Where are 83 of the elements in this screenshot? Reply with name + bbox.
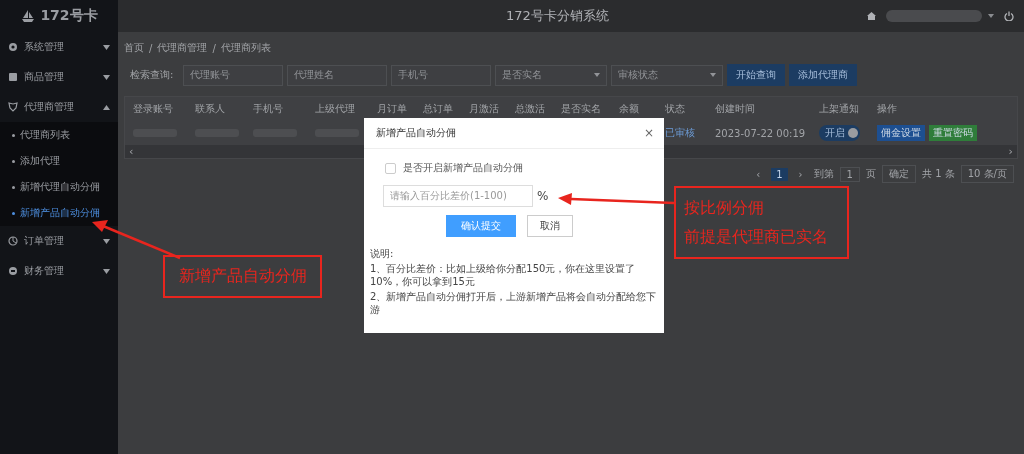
coin-icon bbox=[8, 266, 18, 276]
home-icon[interactable] bbox=[867, 12, 876, 20]
column-header: 是否实名 bbox=[560, 102, 602, 116]
breadcrumb-item[interactable]: 代理商管理 bbox=[157, 41, 208, 55]
column-header: 创建时间 bbox=[714, 102, 756, 116]
logo-text: 172号卡 bbox=[40, 7, 98, 25]
caret-down-icon[interactable] bbox=[988, 14, 994, 18]
square-icon bbox=[8, 72, 18, 82]
column-header: 状态 bbox=[664, 102, 686, 116]
next-page-button[interactable]: › bbox=[793, 167, 808, 181]
select-field[interactable]: 审核状态 bbox=[611, 64, 724, 86]
submit-button[interactable]: 确认提交 bbox=[445, 215, 516, 237]
menu-item[interactable]: 代理商管理 bbox=[0, 92, 118, 122]
input-field[interactable]: 代理账号 bbox=[183, 64, 284, 86]
table-cell: 2023-07-22 00:19 bbox=[715, 127, 806, 139]
status-text: 已审核 bbox=[665, 126, 695, 140]
menu-item[interactable]: 订单管理 bbox=[0, 226, 118, 256]
gear-icon bbox=[8, 42, 18, 52]
breadcrumb-separator: / bbox=[212, 42, 216, 54]
action-button[interactable]: 佣金设置 bbox=[877, 125, 925, 141]
previous-page-button[interactable]: ‹ bbox=[751, 167, 766, 181]
boat-logo-icon bbox=[20, 9, 37, 23]
column-header: 上架通知 bbox=[818, 102, 860, 116]
cancel-button[interactable]: 取消 bbox=[526, 215, 573, 237]
bullet-icon bbox=[12, 211, 15, 215]
caret-down-icon bbox=[594, 73, 601, 77]
percent-input-field[interactable]: 请输入百分比差价(1-100) bbox=[383, 185, 533, 207]
unit-label: % bbox=[537, 189, 549, 203]
bullet-icon bbox=[12, 185, 15, 189]
caret-down-icon bbox=[710, 73, 717, 77]
column-header: 月激活 bbox=[468, 102, 500, 116]
total-count: 共 1 条 bbox=[922, 167, 955, 181]
page-size-select[interactable]: 10 条/页 bbox=[960, 165, 1014, 183]
note-text: 说明: bbox=[370, 247, 395, 260]
column-header: 联系人 bbox=[194, 102, 226, 116]
column-header: 总订单 bbox=[422, 102, 454, 116]
menu-item[interactable]: 财务管理 bbox=[0, 256, 118, 286]
shield-icon bbox=[8, 102, 18, 112]
column-header: 上级代理 bbox=[314, 102, 356, 116]
pie-chart-icon bbox=[8, 236, 18, 246]
menu-item[interactable]: 商品管理 bbox=[0, 62, 118, 92]
annotation-text: 新增产品自动分佣 bbox=[178, 266, 307, 287]
pagination-label: 到第 bbox=[813, 167, 834, 181]
input-field[interactable]: 手机号 bbox=[391, 64, 492, 86]
toggle-switch[interactable]: 开启 bbox=[819, 125, 860, 141]
column-header: 操作 bbox=[876, 102, 898, 116]
search-button[interactable]: 开始查询 bbox=[727, 64, 786, 86]
breadcrumb-item: 代理商列表 bbox=[220, 41, 271, 55]
submenu-item[interactable]: 代理商列表 bbox=[0, 122, 118, 148]
column-header: 登录账号 bbox=[132, 102, 174, 116]
submenu-item[interactable]: 新增产品自动分佣 bbox=[0, 200, 118, 226]
bullet-icon bbox=[12, 133, 15, 137]
column-header: 总激活 bbox=[514, 102, 546, 116]
column-header: 余额 bbox=[618, 102, 640, 116]
bullet-icon bbox=[12, 159, 15, 163]
dialog-title: 新增产品自动分佣 bbox=[376, 126, 456, 140]
scroll-left-button[interactable]: ‹ bbox=[129, 146, 134, 157]
page-button[interactable]: 1 bbox=[771, 167, 788, 181]
annotation-text: 按比例分佣 bbox=[684, 197, 765, 219]
input-field[interactable]: 代理姓名 bbox=[287, 64, 388, 86]
action-button[interactable]: 重置密码 bbox=[929, 125, 977, 141]
search-label: 检索查询: bbox=[129, 68, 175, 82]
submenu-item[interactable]: 添加代理 bbox=[0, 148, 118, 174]
confirm-button[interactable]: 确定 bbox=[882, 165, 916, 183]
breadcrumb-separator: / bbox=[149, 42, 153, 54]
add-agent-button[interactable]: 添加代理商 bbox=[789, 64, 858, 86]
checkbox-label: 是否开启新增产品自动分佣 bbox=[403, 161, 523, 175]
column-header: 月订单 bbox=[376, 102, 408, 116]
select-field[interactable]: 是否实名 bbox=[495, 64, 608, 86]
column-header: 手机号 bbox=[252, 102, 284, 116]
submenu-item[interactable]: 新增代理自动分佣 bbox=[0, 174, 118, 200]
menu-item[interactable]: 系统管理 bbox=[0, 32, 118, 62]
note-text: 2、新增产品自动分佣打开后，上游新增产品将会自动分配给您下游 bbox=[370, 290, 658, 316]
breadcrumb-item[interactable]: 首页 bbox=[124, 41, 144, 55]
checkbox[interactable] bbox=[385, 162, 396, 174]
power-icon[interactable] bbox=[1004, 11, 1014, 21]
page-input[interactable]: 1 bbox=[839, 166, 860, 182]
pagination-label: 页 bbox=[866, 167, 876, 181]
annotation-text: 前提是代理商已实名 bbox=[684, 226, 829, 248]
close-button[interactable]: × bbox=[643, 126, 654, 140]
note-text: 1、百分比差价：比如上级给你分配150元，你在这里设置了10%，你可以拿到15元 bbox=[370, 262, 637, 288]
scroll-right-button[interactable]: › bbox=[1008, 146, 1013, 157]
app-title: 172号卡分销系统 bbox=[505, 7, 610, 25]
